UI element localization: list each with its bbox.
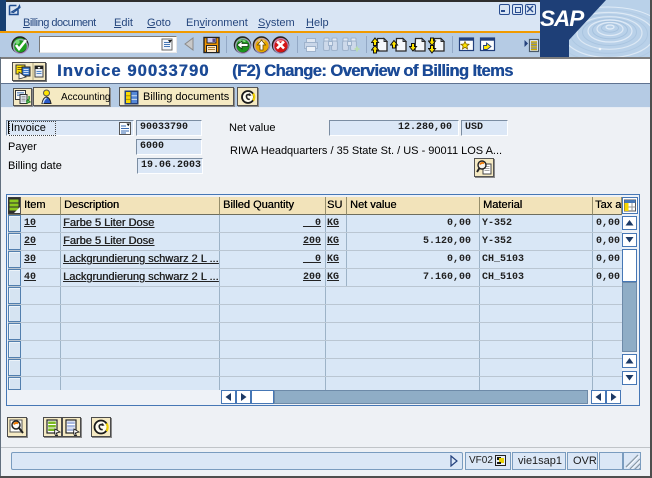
svg-text:SAP: SAP — [540, 6, 585, 31]
